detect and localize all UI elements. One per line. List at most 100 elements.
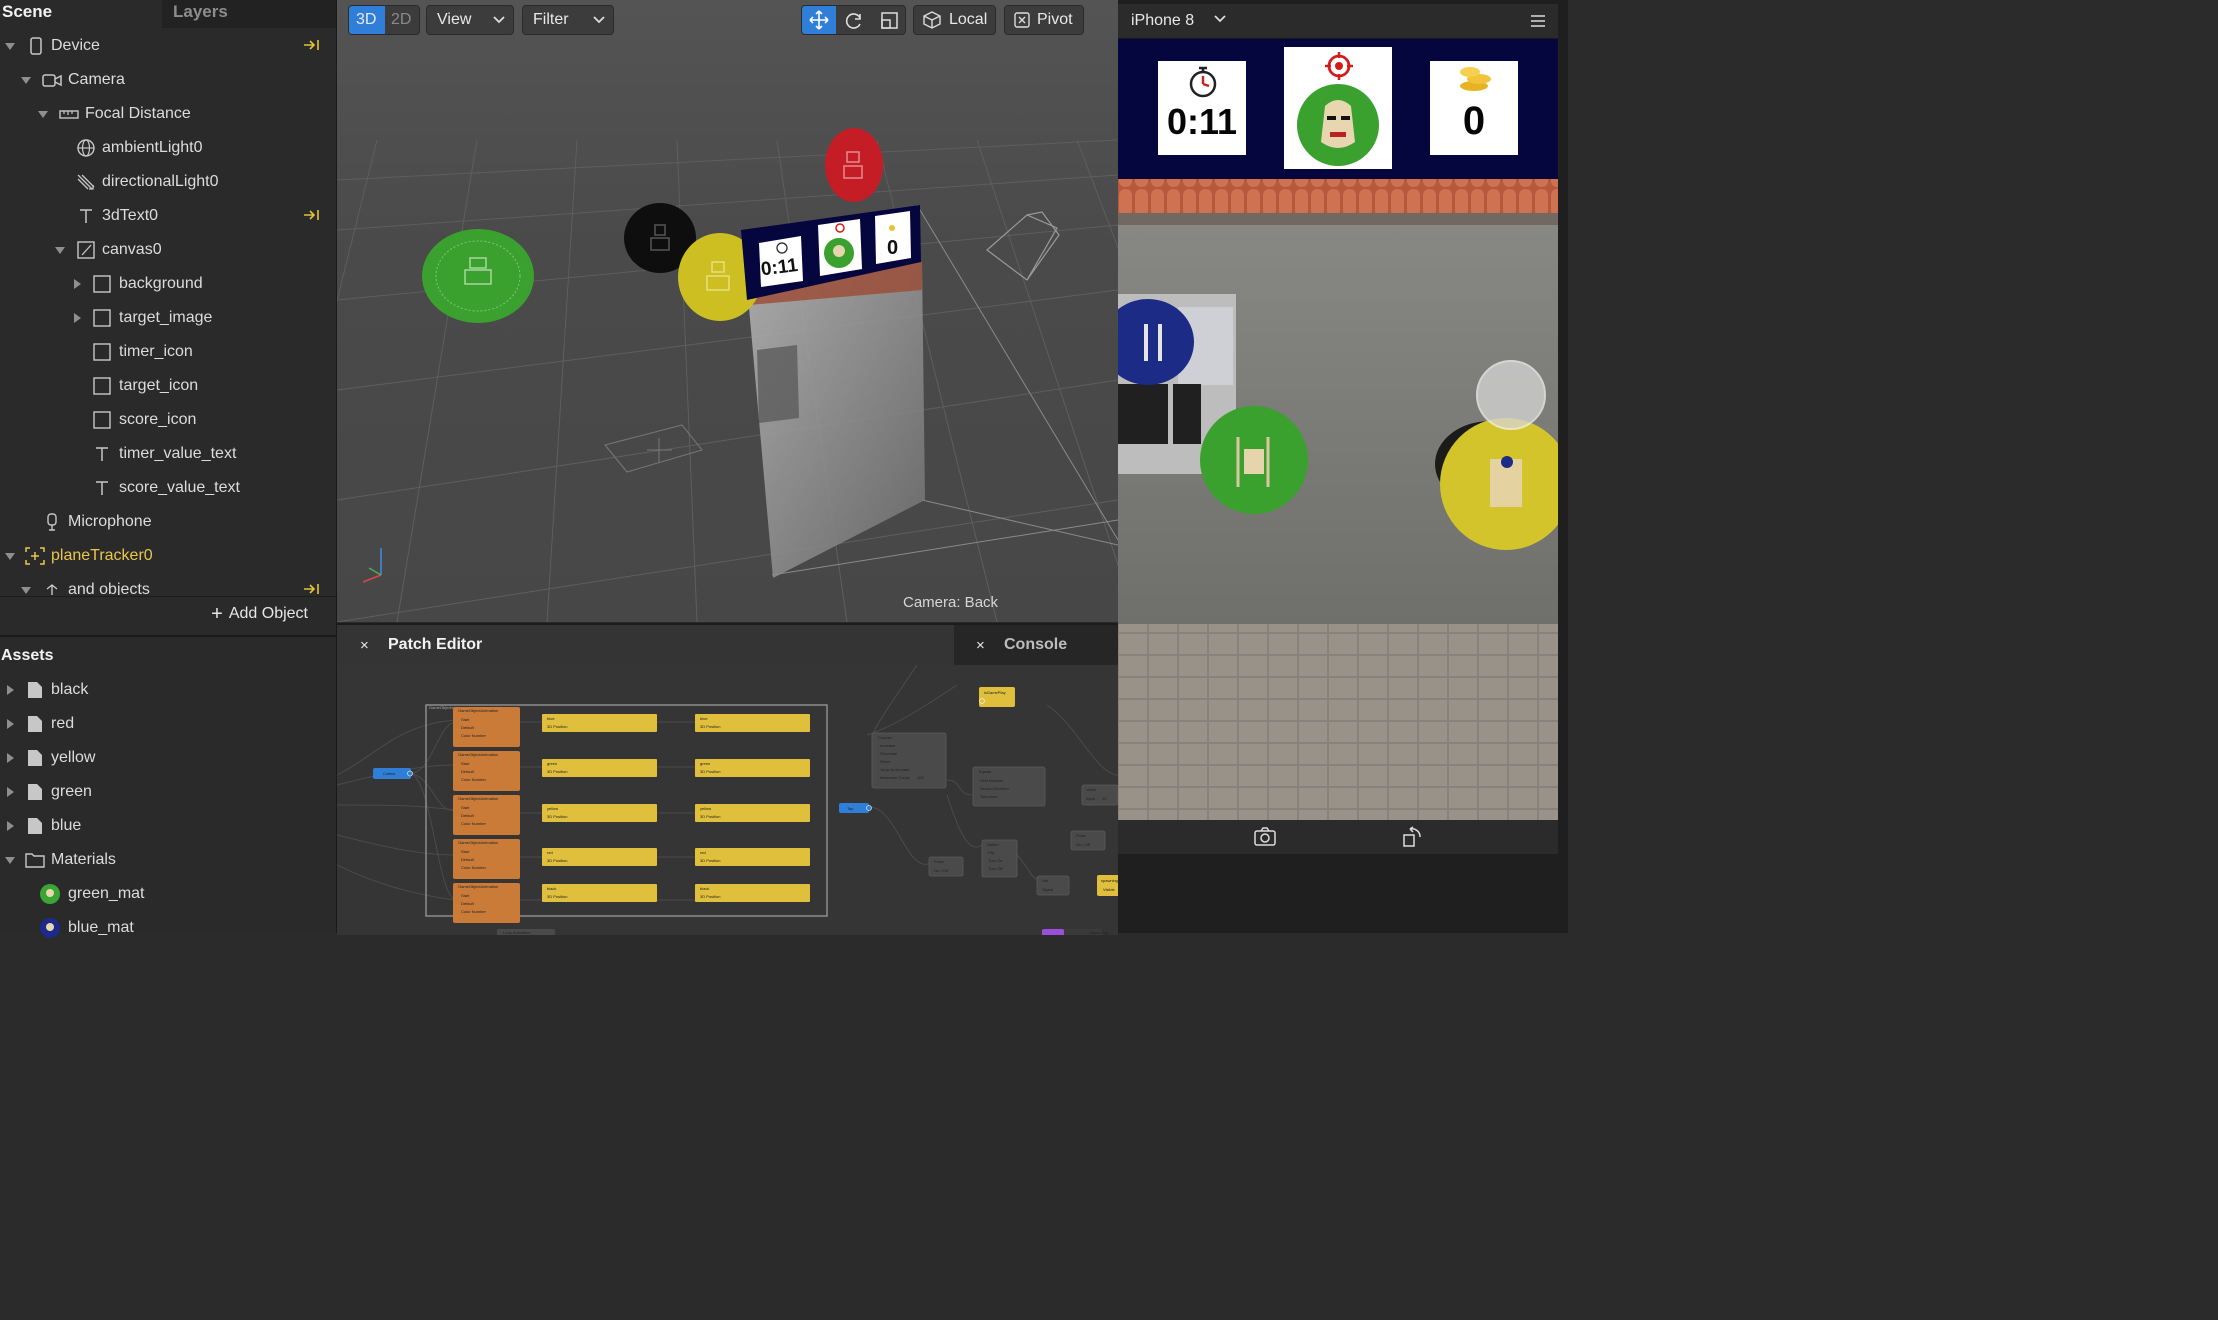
pivot-button[interactable]: Pivot <box>1004 5 1084 35</box>
expand-triangle-icon[interactable] <box>2 548 18 564</box>
collapse-triangle-icon[interactable] <box>2 750 18 766</box>
tree-item-label: planeTracker0 <box>51 547 153 564</box>
move-tool-button[interactable] <box>802 6 836 34</box>
patch-node-spawning-objects[interactable]: spawningObjects Visible <box>1097 875 1118 896</box>
patch-node-object-tap[interactable]: Object Tap <box>1042 929 1109 935</box>
svg-text:3D Position: 3D Position <box>547 724 567 729</box>
green-ball[interactable] <box>422 229 534 323</box>
patch-node-tap[interactable]: Tap <box>839 803 872 813</box>
patch-node-row[interactable]: GameObjectAnimation Start Default Color … <box>453 795 810 835</box>
device-selector[interactable]: iPhone 8 <box>1131 12 1227 30</box>
tree-item-target-icon[interactable]: target_icon <box>0 369 336 403</box>
hamburger-menu-icon[interactable] <box>1530 14 1546 28</box>
expand-triangle-icon[interactable] <box>18 582 34 595</box>
asset-label: green_mat <box>68 885 145 902</box>
collapse-triangle-icon[interactable] <box>2 818 18 834</box>
ground-grid <box>337 139 1118 622</box>
collapse-triangle-icon[interactable] <box>69 276 85 292</box>
tree-item-focal-distance[interactable]: Focal Distance <box>0 97 336 131</box>
pin-icon[interactable] <box>303 208 321 222</box>
viewport[interactable]: 0:11 0 3D 2D View Filter Local Pivot Cam… <box>337 0 1118 622</box>
patch-node-counter[interactable]: Counter Increase Decrease Reset Jump to … <box>871 732 947 789</box>
patch-node-equals[interactable]: Equals First Number Second Number Tolera… <box>972 766 1046 807</box>
expand-triangle-icon[interactable] <box>2 38 18 54</box>
patch-node-pulse[interactable]: Pulse On / Off <box>928 856 964 877</box>
tree-item-timer-value-text[interactable]: timer_value_text <box>0 437 336 471</box>
rotate-device-icon[interactable] <box>1401 826 1423 848</box>
tree-item-null-objects[interactable]: and objects <box>0 573 336 595</box>
tree-item-3dtext[interactable]: 3dText0 <box>0 199 336 233</box>
tree-item-camera[interactable]: Camera <box>0 63 336 97</box>
tree-item-target-image[interactable]: target_image <box>0 301 336 335</box>
target-icon <box>1325 52 1353 80</box>
tree-item-score-value-text[interactable]: score_value_text <box>0 471 336 505</box>
patch-node-not[interactable]: Not Signal <box>1036 875 1070 896</box>
tab-console[interactable]: × Console <box>954 625 1118 665</box>
add-object-button[interactable]: + Add Object <box>211 603 308 626</box>
red-ball[interactable] <box>825 128 883 202</box>
collapse-triangle-icon[interactable] <box>69 310 85 326</box>
collapse-triangle-icon[interactable] <box>2 784 18 800</box>
asset-item[interactable]: yellow <box>0 741 336 775</box>
tab-patch-editor[interactable]: × Patch Editor <box>337 625 953 665</box>
add-object-label: Add Object <box>228 605 308 622</box>
expand-triangle-icon[interactable] <box>52 242 68 258</box>
tree-item-canvas[interactable]: canvas0 <box>0 233 336 267</box>
collapse-triangle-icon[interactable] <box>2 682 18 698</box>
close-icon[interactable]: × <box>360 637 369 654</box>
chevron-down-icon <box>1213 14 1227 24</box>
green-ball[interactable] <box>1200 406 1308 514</box>
tab-scene[interactable]: Scene <box>0 0 164 28</box>
null-object-icon <box>42 581 62 595</box>
mode-3d-button[interactable]: 3D <box>349 6 385 34</box>
patch-node-row[interactable]: GameObjectAnimation Start Default Color … <box>453 839 810 879</box>
file-icon <box>25 749 45 767</box>
svg-text:Increase: Increase <box>880 743 896 748</box>
scale-icon <box>881 12 898 29</box>
mode-2d-button[interactable]: 2D <box>385 6 419 34</box>
patch-node-row[interactable]: GameObjectAnimation Start Default Color … <box>453 707 810 747</box>
patch-node-row[interactable]: GameObjectAnimation Start Default Color … <box>453 883 810 923</box>
tree-item-label: timer_icon <box>119 343 193 360</box>
tab-layers[interactable]: Layers <box>162 0 336 28</box>
view-menu[interactable]: View <box>426 5 514 35</box>
asset-item[interactable]: red <box>0 707 336 741</box>
asset-item[interactable]: blue_mat <box>0 911 336 945</box>
asset-item-materials[interactable]: Materials <box>0 843 336 877</box>
patch-node-row[interactable]: GameObjectAnimation Start Default Color … <box>453 751 810 791</box>
patch-node-collect[interactable]: Collect <box>373 768 413 779</box>
filter-menu[interactable]: Filter <box>522 5 614 35</box>
tree-item-timer-icon[interactable]: timer_icon <box>0 335 336 369</box>
asset-item[interactable]: black <box>0 673 336 707</box>
tree-item-ambient-light[interactable]: ambientLight0 <box>0 131 336 165</box>
cube-icon <box>922 10 942 30</box>
expand-triangle-icon[interactable] <box>18 72 34 88</box>
rotate-tool-button[interactable] <box>837 6 871 34</box>
patch-node-switch[interactable]: Switch Flip Turn On Turn Off <box>981 839 1018 878</box>
tree-item-plane-tracker[interactable]: planeTracker0 <box>0 539 336 573</box>
patch-node-pulse[interactable]: Pulse On / Off <box>1070 830 1106 851</box>
patch-node-value[interactable]: Value Input 10 <box>1081 784 1118 806</box>
collapse-triangle-icon[interactable] <box>2 716 18 732</box>
tree-item-device[interactable]: Device <box>0 29 336 63</box>
pin-icon[interactable] <box>303 582 321 595</box>
scale-tool-button[interactable] <box>872 6 906 34</box>
svg-text:GameObjectAnimation: GameObjectAnimation <box>458 752 498 757</box>
asset-item[interactable]: blue <box>0 809 336 843</box>
tree-item-directional-light[interactable]: directionalLight0 <box>0 165 336 199</box>
expand-triangle-icon[interactable] <box>35 106 51 122</box>
tree-item-score-icon[interactable]: score_icon <box>0 403 336 437</box>
close-icon[interactable]: × <box>976 637 985 654</box>
pin-icon[interactable] <box>303 38 321 52</box>
asset-item[interactable]: green <box>0 775 336 809</box>
patch-graph[interactable]: GameObjects Collect GameObjectAnimation … <box>337 665 1118 935</box>
local-button[interactable]: Local <box>913 5 996 35</box>
device-screen[interactable]: 0:11 0 <box>1118 39 1558 820</box>
patch-node-loop-animation[interactable]: Loop Animation <box>497 929 555 935</box>
asset-item[interactable]: green_mat <box>0 877 336 911</box>
screenshot-camera-icon[interactable] <box>1253 826 1277 848</box>
expand-triangle-icon[interactable] <box>2 852 18 868</box>
patch-node-is-game-play[interactable]: isGamePlay <box>979 687 1015 707</box>
tree-item-background[interactable]: background <box>0 267 336 301</box>
tree-item-microphone[interactable]: Microphone <box>0 505 336 539</box>
